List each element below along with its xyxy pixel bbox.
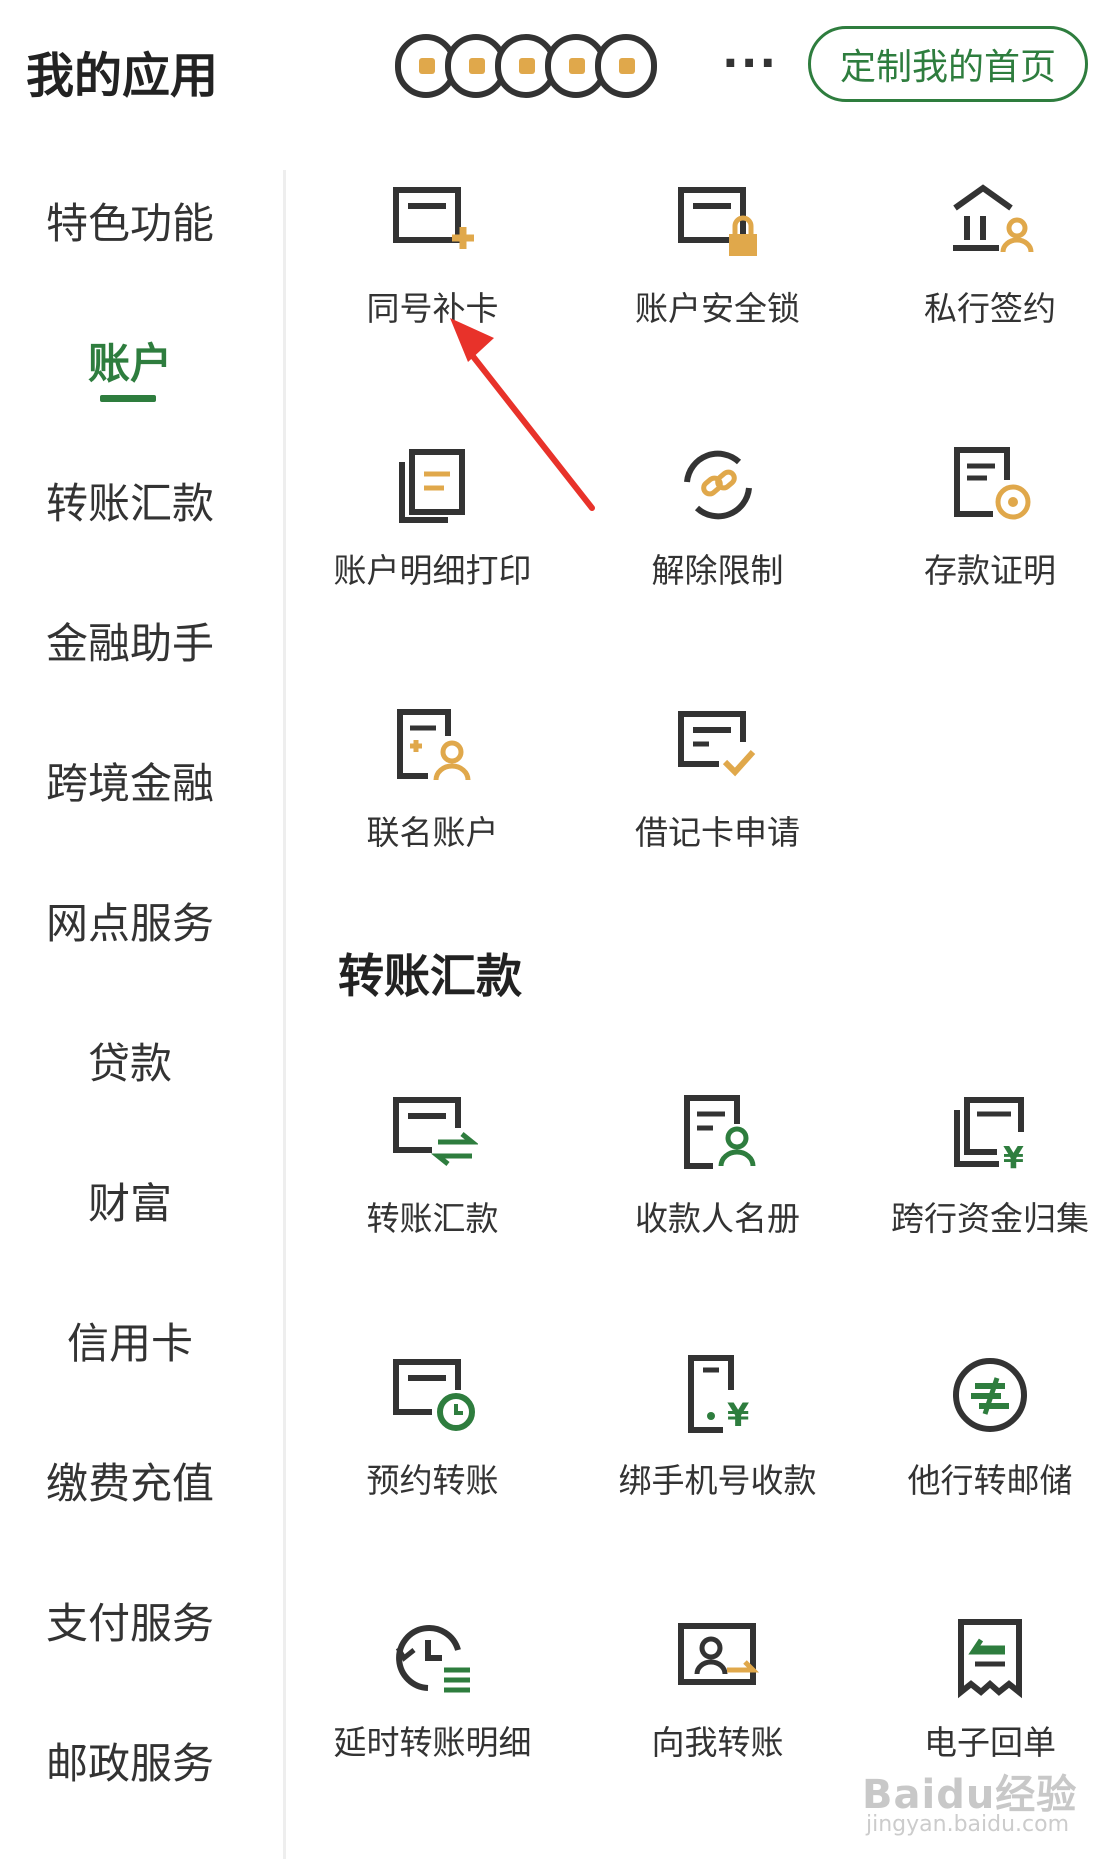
app-item-fund-collection[interactable]: ¥ 跨行资金归集 (860, 1060, 1120, 1322)
more-icon[interactable]: ··· (722, 38, 778, 89)
card-transfer-icon (392, 1097, 478, 1166)
app-item-remove-restriction[interactable]: 解除限制 (575, 412, 860, 674)
payee-book-icon (683, 1095, 755, 1169)
header: 我的应用 ··· 定制我的首页 (0, 0, 1120, 130)
document-stack-icon (398, 449, 465, 523)
certificate-icon (954, 447, 1031, 520)
sidebar-item-wealth[interactable]: 财富 (0, 1130, 260, 1270)
sidebar-item-cross-border[interactable]: 跨境金融 (0, 710, 260, 850)
app-label: 借记卡申请 (635, 813, 800, 852)
app-item-joint-account[interactable]: 联名账户 (290, 674, 575, 936)
transfer-app-grid: 转账汇款 收款人名册 ¥ 跨行资金归集 预约转账 ¥ 绑手机号收款 他行转邮储 … (290, 1060, 1120, 1846)
delay-history-icon (395, 1625, 470, 1693)
transfer-to-me-icon (677, 1623, 759, 1685)
sidebar-divider (283, 170, 286, 1859)
card-check-icon (677, 711, 755, 777)
postal-logo-icon (953, 1358, 1027, 1432)
app-label: 延时转账明细 (333, 1723, 532, 1762)
app-item-debit-card-apply[interactable]: 借记卡申请 (575, 674, 860, 936)
app-label: 联名账户 (366, 813, 499, 852)
app-item-statement-print[interactable]: 账户明细打印 (290, 412, 575, 674)
app-page: 我的应用 ··· 定制我的首页 特色功能 账户 转账汇款 金融助手 跨境金融 网… (0, 0, 1120, 1859)
sidebar-item-loan[interactable]: 贷款 (0, 990, 260, 1130)
app-label: 他行转邮储 (907, 1461, 1073, 1500)
app-item-other-bank-to-postal[interactable]: 他行转邮储 (860, 1322, 1120, 1584)
e-receipt-icon (958, 1619, 1022, 1699)
svg-text:¥: ¥ (1003, 1141, 1024, 1176)
app-label: 收款人名册 (635, 1199, 800, 1238)
app-item-same-number-card[interactable]: 同号补卡 (290, 150, 575, 412)
app-item-deposit-certificate[interactable]: 存款证明 (860, 412, 1120, 674)
app-label: 账户明细打印 (333, 551, 532, 590)
app-label: 电子回单 (924, 1723, 1056, 1762)
page-title: 我的应用 (26, 48, 219, 104)
sidebar-item-credit-card[interactable]: 信用卡 (0, 1270, 260, 1410)
sidebar-item-postal-service[interactable]: 邮政服务 (0, 1690, 260, 1830)
app-item-delayed-transfer-detail[interactable]: 延时转账明细 (290, 1584, 575, 1846)
app-label: 私行签约 (924, 289, 1056, 328)
app-item-phone-receive[interactable]: ¥ 绑手机号收款 (575, 1322, 860, 1584)
sidebar-item-bill-payment[interactable]: 缴费充值 (0, 1410, 260, 1550)
joint-account-icon (396, 709, 470, 781)
sidebar-item-finance-assistant[interactable]: 金融助手 (0, 570, 260, 710)
app-label: 存款证明 (924, 551, 1056, 590)
category-sidebar: 特色功能 账户 转账汇款 金融助手 跨境金融 网点服务 贷款 财富 信用卡 缴费… (0, 150, 260, 1830)
app-label: 转账汇款 (366, 1199, 499, 1238)
app-item-private-banking-sign[interactable]: 私行签约 (860, 150, 1120, 412)
app-item-transfer-to-me[interactable]: 向我转账 (575, 1584, 860, 1846)
quick-app-icons[interactable] (395, 34, 657, 108)
sidebar-item-branch-service[interactable]: 网点服务 (0, 850, 260, 990)
account-app-grid: 同号补卡 账户安全锁 私行签约 账户明细打印 解除限制 存款证明 联名账户 借记… (290, 150, 1120, 936)
phone-yuan-icon: ¥ (687, 1355, 749, 1434)
app-label: 预约转账 (366, 1461, 499, 1500)
empty-cell (860, 674, 1120, 936)
customize-home-button[interactable]: 定制我的首页 (808, 26, 1088, 102)
app-item-payee-list[interactable]: 收款人名册 (575, 1060, 860, 1322)
app-item-account-security-lock[interactable]: 账户安全锁 (575, 150, 860, 412)
unlink-icon (683, 450, 752, 520)
bank-person-icon (953, 184, 1034, 253)
app-label: 跨行资金归集 (891, 1199, 1089, 1238)
sidebar-item-featured[interactable]: 特色功能 (0, 150, 260, 290)
app-label: 账户安全锁 (635, 289, 800, 328)
app-label: 向我转账 (651, 1723, 784, 1762)
app-label: 同号补卡 (366, 289, 499, 328)
fund-collect-icon: ¥ (954, 1097, 1024, 1176)
sidebar-item-transfer[interactable]: 转账汇款 (0, 430, 260, 570)
app-label: 绑手机号收款 (618, 1461, 817, 1500)
quick-app-icon[interactable] (595, 34, 657, 98)
section-title-transfer: 转账汇款 (338, 949, 522, 1003)
watermark-url: jingyan.baidu.com (866, 1812, 1070, 1837)
svg-text:¥: ¥ (727, 1396, 749, 1434)
sidebar-item-payment-service[interactable]: 支付服务 (0, 1550, 260, 1690)
card-clock-icon (392, 1359, 475, 1431)
app-item-scheduled-transfer[interactable]: 预约转账 (290, 1322, 575, 1584)
card-lock-icon (677, 187, 757, 256)
card-add-icon (392, 187, 474, 249)
sidebar-item-account[interactable]: 账户 (0, 290, 260, 430)
app-item-transfer[interactable]: 转账汇款 (290, 1060, 575, 1322)
app-label: 解除限制 (651, 551, 784, 590)
